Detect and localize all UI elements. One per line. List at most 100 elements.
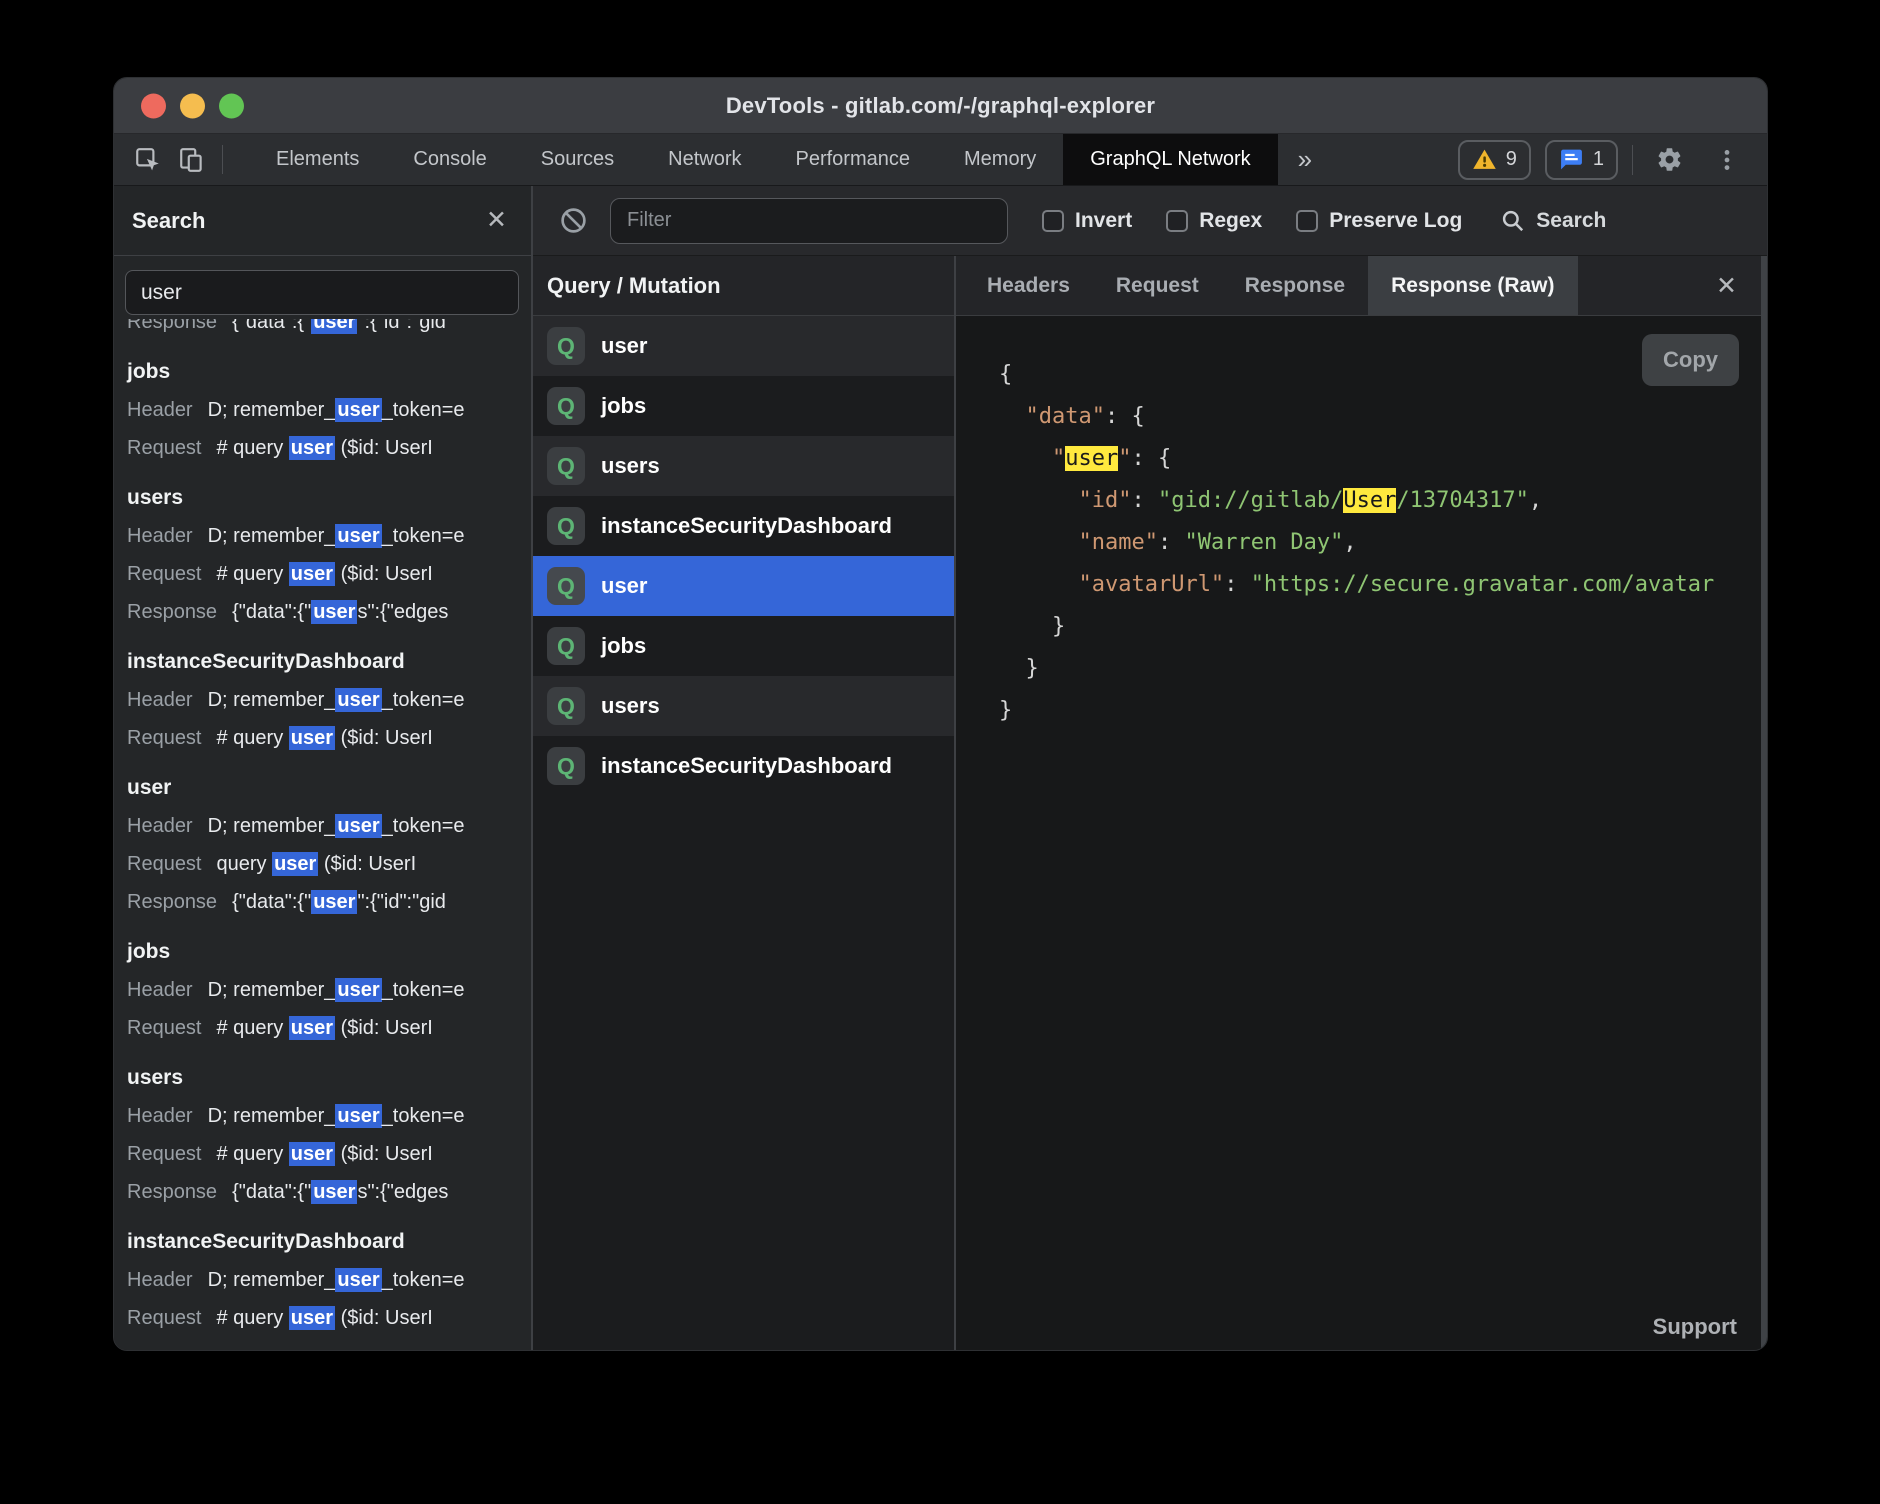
search-result-line[interactable]: Request# query user ($id: UserI: [127, 1135, 531, 1173]
filter-checkbox-regex[interactable]: Regex: [1166, 209, 1262, 233]
search-result-line[interactable]: Requestquery user ($id: UserI: [127, 845, 531, 883]
devtools-tab-graphql-network[interactable]: GraphQL Network: [1063, 134, 1277, 185]
query-list-item[interactable]: QinstanceSecurityDashboard: [533, 496, 954, 556]
search-result-heading: instanceSecurityDashboard: [127, 1223, 531, 1261]
query-list-panel: Query / Mutation QuserQjobsQusersQinstan…: [533, 256, 956, 1350]
detail-tab-headers[interactable]: Headers: [964, 256, 1093, 315]
checkbox-box[interactable]: [1296, 210, 1318, 232]
device-toolbar-icon[interactable]: [170, 134, 214, 185]
settings-gear-icon[interactable]: [1647, 146, 1691, 173]
search-result-line[interactable]: HeaderD; remember_user_token=e: [127, 971, 531, 1009]
query-list: QuserQjobsQusersQinstanceSecurityDashboa…: [533, 316, 954, 1350]
devtools-tab-console[interactable]: Console: [386, 134, 513, 185]
json-token: }: [999, 698, 1012, 723]
query-list-item[interactable]: Quser: [533, 556, 954, 616]
result-line-text: D; remember_: [208, 399, 336, 421]
json-token: "avatarUrl": [1078, 572, 1224, 597]
result-line-label: Request: [127, 1143, 202, 1165]
query-list-item[interactable]: Qusers: [533, 436, 954, 496]
detail-panel-close-icon[interactable]: ✕: [1716, 256, 1737, 315]
json-token: [999, 446, 1052, 471]
block-requests-icon[interactable]: [559, 206, 588, 235]
search-result-line[interactable]: Request# query user ($id: UserI: [127, 1009, 531, 1047]
query-list-item[interactable]: Qusers: [533, 676, 954, 736]
devtools-tabs: ElementsConsoleSourcesNetworkPerformance…: [249, 134, 1278, 185]
inspect-element-icon[interactable]: [126, 134, 170, 185]
filter-checkbox-invert[interactable]: Invert: [1042, 209, 1132, 233]
json-token: ,: [1343, 530, 1356, 555]
devtools-tab-network[interactable]: Network: [641, 134, 768, 185]
close-window-button[interactable]: [141, 93, 166, 118]
checkbox-box[interactable]: [1042, 210, 1064, 232]
search-result-line[interactable]: Response{"data":{"users":{"edges: [127, 593, 531, 631]
query-label: instanceSecurityDashboard: [601, 753, 892, 779]
toolbar-separator: [1632, 145, 1633, 175]
json-line: "avatarUrl": "https://secure.gravatar.co…: [999, 564, 1761, 606]
search-result-line[interactable]: HeaderD; remember_user_token=e: [127, 681, 531, 719]
result-line-text: ($id: UserI: [335, 437, 433, 459]
json-token: /13704317": [1396, 488, 1528, 513]
filter-checkbox-preserve-log[interactable]: Preserve Log: [1296, 209, 1462, 233]
search-result-line[interactable]: Request# query user ($id: UserI: [127, 429, 531, 467]
toolbar-separator: [222, 145, 223, 174]
search-result-line[interactable]: HeaderD; remember_user_token=e: [127, 1261, 531, 1299]
match-highlight: user: [335, 1268, 381, 1292]
search-result-heading: users: [127, 479, 531, 517]
result-line-text: ($id: UserI: [335, 1017, 433, 1039]
search-result-heading: jobs: [127, 353, 531, 391]
json-token: user: [1065, 446, 1118, 471]
network-search-toggle[interactable]: Search: [1500, 208, 1606, 234]
search-result-heading: jobs: [127, 933, 531, 971]
support-link[interactable]: Support: [1653, 1314, 1737, 1340]
search-result-line[interactable]: HeaderD; remember_user_token=e: [127, 1097, 531, 1135]
json-token: "name": [1078, 530, 1157, 555]
result-line-text: {"data":{": [232, 1181, 311, 1203]
copy-button[interactable]: Copy: [1642, 334, 1739, 386]
result-line-text: _token=e: [382, 1269, 465, 1291]
search-result-line[interactable]: Request# query user ($id: UserI: [127, 555, 531, 593]
search-panel-close-icon[interactable]: ✕: [486, 208, 507, 233]
result-line-label: Header: [127, 689, 193, 711]
match-highlight: user: [311, 319, 357, 334]
minimize-window-button[interactable]: [180, 93, 205, 118]
detail-tab-request[interactable]: Request: [1093, 256, 1222, 315]
query-list-item[interactable]: QinstanceSecurityDashboard: [533, 736, 954, 796]
query-list-item[interactable]: Qjobs: [533, 376, 954, 436]
match-highlight: user: [289, 1306, 335, 1330]
search-result-line[interactable]: HeaderD; remember_user_token=e: [127, 517, 531, 555]
search-result-line[interactable]: Response{"data":{"users":{"edges: [127, 1173, 531, 1211]
zoom-window-button[interactable]: [219, 93, 244, 118]
query-list-item[interactable]: Quser: [533, 316, 954, 376]
query-type-badge: Q: [547, 507, 585, 545]
match-highlight: user: [289, 726, 335, 750]
search-result-line[interactable]: HeaderD; remember_user_token=e: [127, 807, 531, 845]
traffic-lights: [141, 93, 244, 118]
search-result-line[interactable]: Request# query user ($id: UserI: [127, 719, 531, 757]
json-line: "user": {: [999, 438, 1761, 480]
search-result-line[interactable]: Request# query user ($id: UserI: [127, 1299, 531, 1337]
warnings-badge[interactable]: 9: [1458, 140, 1531, 180]
detail-tab-response-raw[interactable]: Response (Raw): [1368, 256, 1577, 315]
more-tabs-chevron[interactable]: »: [1278, 134, 1332, 185]
search-input[interactable]: [125, 270, 519, 315]
checkbox-box[interactable]: [1166, 210, 1188, 232]
query-type-badge: Q: [547, 327, 585, 365]
detail-tab-response[interactable]: Response: [1222, 256, 1368, 315]
devtools-tab-sources[interactable]: Sources: [514, 134, 641, 185]
devtools-tab-performance[interactable]: Performance: [769, 134, 938, 185]
result-line-text: ($id: UserI: [318, 853, 416, 875]
devtools-tab-elements[interactable]: Elements: [249, 134, 386, 185]
devtools-tab-memory[interactable]: Memory: [937, 134, 1063, 185]
search-result-line[interactable]: Response{"data":{"user":{"id":"gid: [127, 883, 531, 921]
messages-badge[interactable]: 1: [1545, 140, 1618, 180]
result-line-text: s":{"edges: [357, 601, 448, 623]
json-token: :: [1131, 488, 1158, 513]
network-section: Invert Regex Preserve Log Search: [533, 186, 1767, 1350]
result-line-text: s":{"edges: [357, 1181, 448, 1203]
search-result-line[interactable]: HeaderD; remember_user_token=e: [127, 391, 531, 429]
filter-input[interactable]: [610, 198, 1008, 244]
query-list-item[interactable]: Qjobs: [533, 616, 954, 676]
result-line-label: Header: [127, 525, 193, 547]
search-result-line[interactable]: Response{"data":{"user":{"id":"gid: [127, 319, 531, 341]
kebab-menu-icon[interactable]: [1705, 147, 1749, 173]
